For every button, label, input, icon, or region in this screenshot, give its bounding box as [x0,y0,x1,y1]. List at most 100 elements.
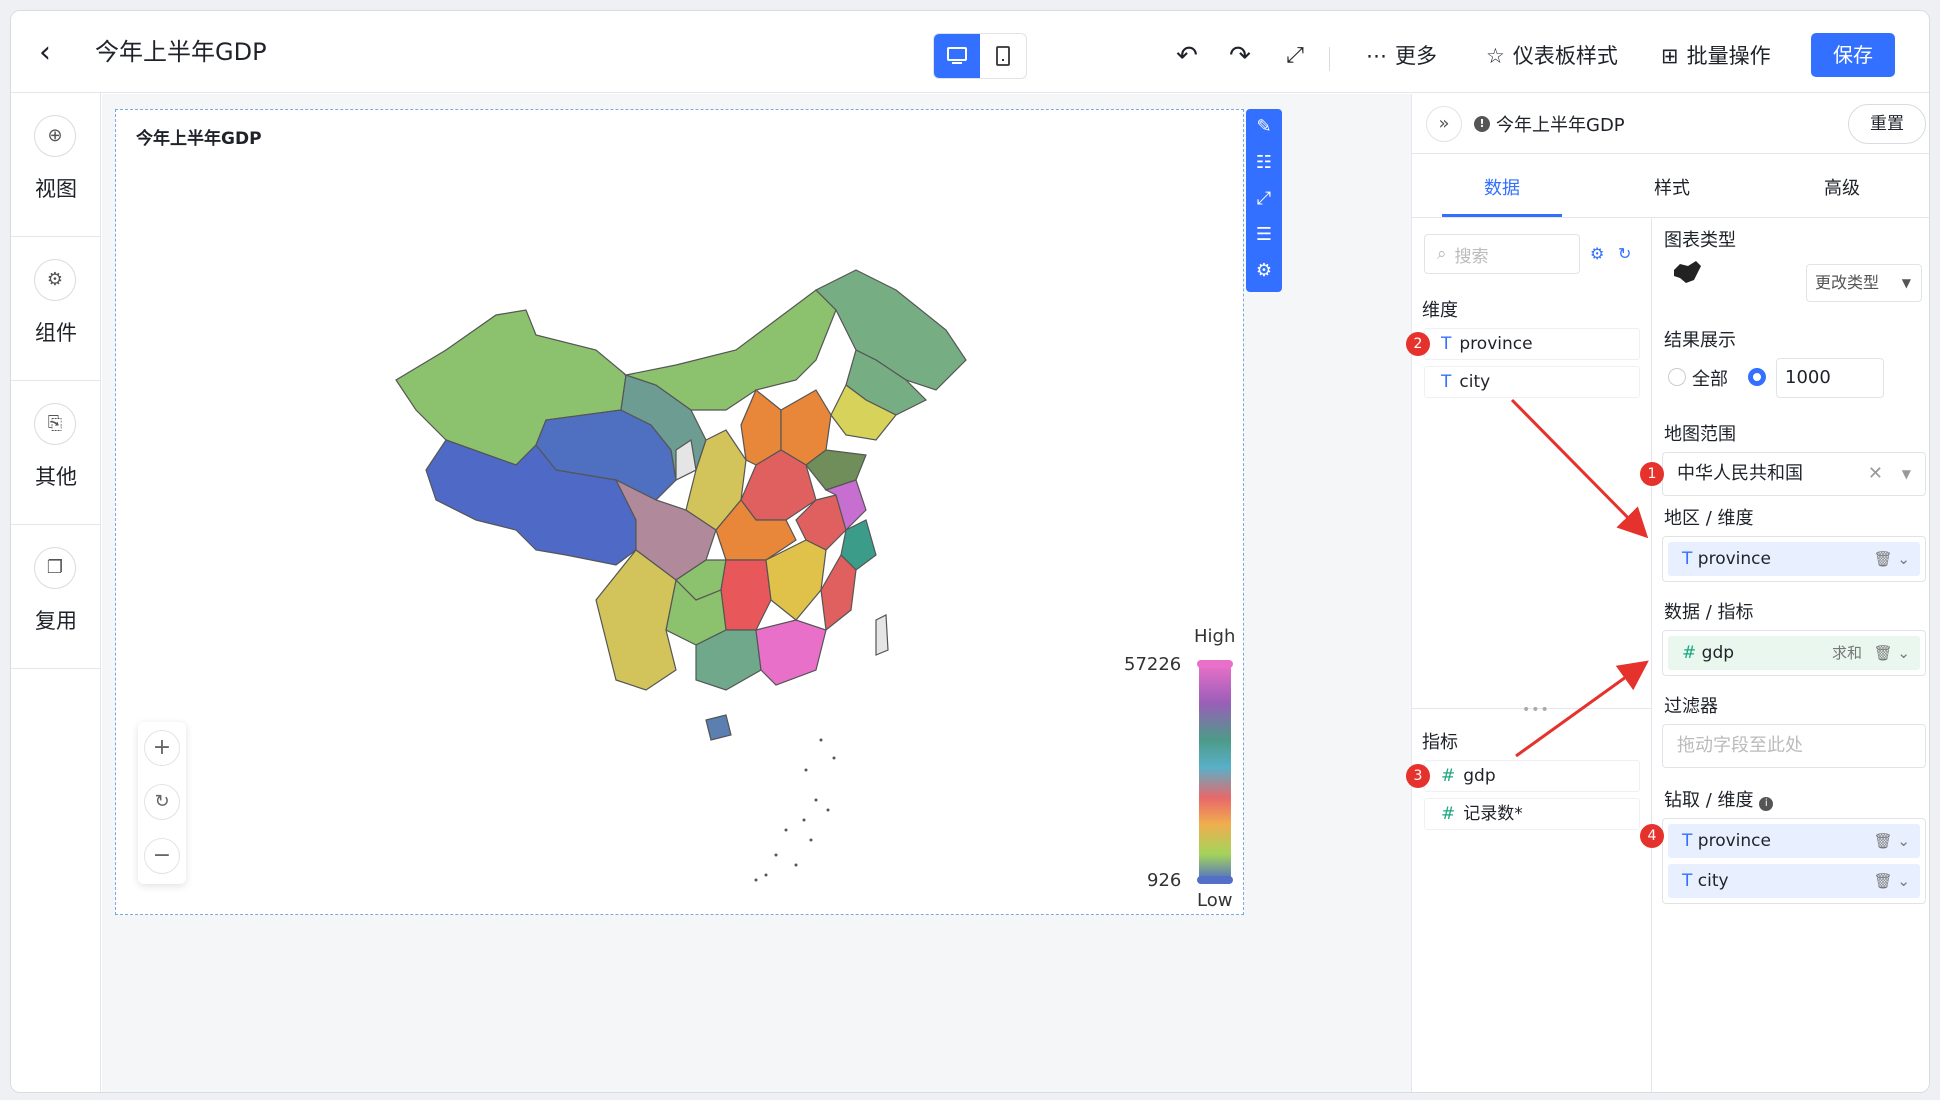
dashboard-style-button[interactable]: ☆ 仪表板样式 [1486,41,1618,71]
change-type-dropdown[interactable]: 更改类型 ▼ [1806,264,1922,302]
trash-icon[interactable]: 🗑 ⌄ [1874,542,1910,576]
aggregation-label[interactable]: 求和 [1832,636,1862,670]
sidebar-label: 视图 [35,177,77,201]
drill-chip-city[interactable]: T city 🗑 ⌄ [1668,864,1920,898]
china-map-icon [1674,261,1701,283]
region-dim-dropzone[interactable]: T province 🗑 ⌄ [1662,536,1926,582]
zoom-in-button[interactable]: + [144,730,180,766]
tab-advanced[interactable]: 高级 [1782,174,1902,200]
measure-field-record-count[interactable]: # 记录数* [1424,798,1640,830]
field-name: province [1459,334,1533,354]
annotation-badge-4: 4 [1640,824,1664,848]
device-toggle [933,33,1027,79]
expand-icon[interactable]: ⤢ [1250,185,1278,213]
gear-icon[interactable]: ⚙ [1250,257,1278,285]
radio-count[interactable] [1748,368,1766,386]
trash-icon[interactable]: 🗑 ⌄ [1874,636,1910,670]
measure-field-gdp[interactable]: # gdp [1424,760,1640,792]
stamp-icon: ⎘ [34,403,76,445]
top-bar: ‹ 今年上半年GDP ↶ ↷ ⤢ ⋯ 更多 ☆ 仪表板样式 ⊞ 批量操作 保存 [11,11,1929,93]
clear-icon[interactable]: ✕ [1868,453,1883,495]
data-measure-label: 数据 / 指标 [1664,602,1754,623]
sidebar-item-reuse[interactable]: ❐ 复用 [11,525,101,669]
annotation-badge-3: 3 [1406,764,1430,788]
search-input[interactable]: ⌕ 搜索 [1424,234,1580,274]
reset-button[interactable]: 重置 [1848,104,1926,144]
copy-icon: ❐ [34,547,76,589]
gear-icon: ⚙ [34,259,76,301]
legend-handle-top[interactable] [1197,660,1233,668]
fullscreen-icon[interactable]: ⤢ [1279,41,1311,71]
sidebar-item-component[interactable]: ⚙ 组件 [11,237,101,381]
field-list: ⌕ 搜索 ⚙ ↻ 维度 T province T city ••• 指标 # g… [1406,218,1652,1092]
plus-circle-icon: ⊕ [34,115,76,157]
result-count-input[interactable]: 1000 [1776,358,1884,398]
warning-icon: ! [1474,116,1490,132]
number-type-icon: # [1682,643,1697,663]
drag-handle-icon[interactable]: ••• [1522,702,1550,718]
data-measure-dropzone[interactable]: # gdp 求和 🗑 ⌄ [1662,630,1926,676]
region-fujian [820,554,857,632]
caret-down-icon: ▼ [1901,276,1911,290]
drill-chip-province[interactable]: T province 🗑 ⌄ [1668,824,1920,858]
legend-handle-bottom[interactable] [1197,876,1233,884]
active-tab-indicator [1442,214,1562,217]
legend-max-value: 57226 [1124,654,1182,675]
radio-all[interactable] [1668,368,1686,386]
data-measure-chip[interactable]: # gdp 求和 🗑 ⌄ [1668,636,1920,670]
change-type-label: 更改类型 [1815,273,1880,292]
undo-icon[interactable]: ↶ [1171,41,1203,71]
search-placeholder: 搜索 [1454,246,1489,267]
double-chevron-right-icon[interactable]: » [1426,106,1462,142]
sidebar-item-other[interactable]: ⎘ 其他 [11,381,101,525]
trash-icon[interactable]: 🗑 ⌄ [1874,824,1910,858]
edit-icon[interactable]: ✎ [1250,113,1278,141]
region-hunan [720,559,772,631]
text-type-icon: T [1682,871,1693,891]
trash-icon[interactable]: 🗑 ⌄ [1874,864,1910,898]
grid-icon[interactable]: ☷ [1250,149,1278,177]
annotation-badge-1: 1 [1640,462,1664,486]
mobile-view-button[interactable] [980,34,1026,78]
save-button[interactable]: 保存 [1811,33,1895,77]
filter-dropzone[interactable]: 拖动字段至此处 [1662,724,1926,768]
result-label: 结果展示 [1664,330,1736,351]
field-name: 记录数* [1463,804,1523,824]
panel-tabs: 数据 样式 高级 [1412,154,1929,218]
theme-label: 仪表板样式 [1512,44,1618,68]
map-chart[interactable]: 今年上半年GDP + ↻ − High 57226 926 Low [115,109,1244,915]
refresh-icon[interactable]: ↻ [1618,244,1631,263]
redo-icon[interactable]: ↷ [1224,41,1256,71]
refresh-icon[interactable]: ↻ [144,784,180,820]
chevron-left-icon[interactable]: ‹ [39,33,79,73]
radio-all-label: 全部 [1692,369,1728,390]
tab-data[interactable]: 数据 [1442,174,1562,200]
batch-operation-button[interactable]: ⊞ 批量操作 [1661,41,1771,71]
dimension-field-city[interactable]: T city [1424,366,1640,398]
desktop-view-button[interactable] [934,34,980,78]
dimension-field-province[interactable]: T province [1424,328,1640,360]
legend-gradient[interactable] [1199,664,1231,880]
sidebar-item-view[interactable]: ⊕ 视图 [11,93,101,237]
zoom-out-button[interactable]: − [144,838,180,874]
number-type-icon: # [1441,766,1456,786]
sidebar-label: 复用 [35,609,77,633]
chip-label: province [1697,549,1771,569]
tab-style[interactable]: 样式 [1612,174,1732,200]
more-button[interactable]: ⋯ 更多 [1366,41,1437,71]
settings-icon[interactable]: ⚙ [1590,244,1604,263]
ellipsis-icon: ⋯ [1366,44,1387,68]
text-type-icon: T [1441,334,1452,354]
map-scope-select[interactable]: 中华人民共和国 ✕ ▼ [1662,452,1926,496]
text-type-icon: T [1441,372,1452,392]
panel-header: » ! 今年上半年GDP 重置 [1412,94,1929,154]
text-type-icon: T [1682,549,1693,569]
region-hainan [705,714,732,741]
china-map[interactable] [116,110,1245,916]
filter-label: 过滤器 [1664,696,1718,717]
info-icon[interactable]: i [1759,797,1774,811]
region-dim-chip[interactable]: T province 🗑 ⌄ [1668,542,1920,576]
document-icon[interactable]: ☰ [1250,221,1278,249]
drill-dropzone[interactable]: T province 🗑 ⌄ T city 🗑 ⌄ [1662,818,1926,904]
pin-icon: ☆ [1486,44,1505,68]
